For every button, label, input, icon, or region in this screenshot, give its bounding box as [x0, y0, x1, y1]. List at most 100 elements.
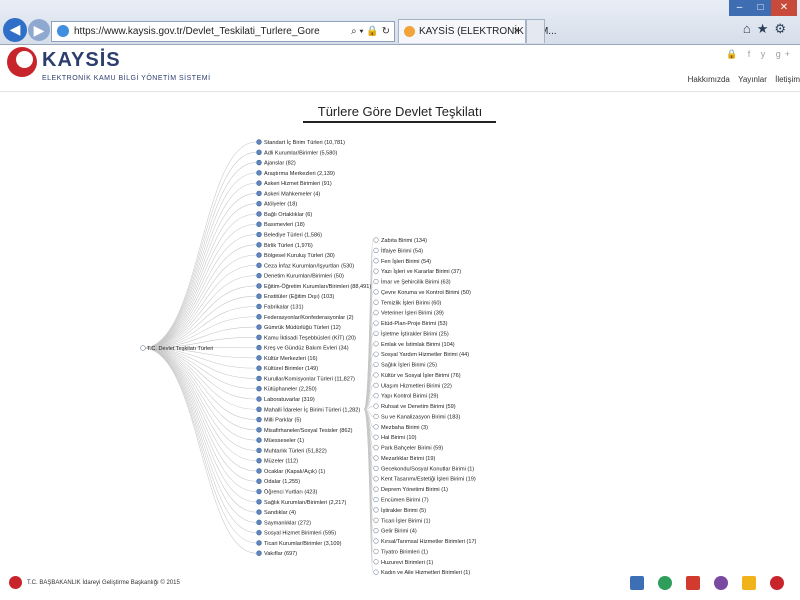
tree-node[interactable]: [373, 382, 379, 388]
tree-node-label[interactable]: Kültür ve Sosyal İşler Birimi (76): [381, 372, 461, 379]
tree-node[interactable]: [256, 416, 262, 423]
tree-node[interactable]: [256, 447, 262, 454]
tree-node[interactable]: [373, 569, 379, 575]
tree-node[interactable]: [373, 393, 379, 399]
tree-node-label[interactable]: Veteriner İşleri Birimi (39): [381, 310, 444, 317]
tree-node[interactable]: [373, 548, 379, 555]
tree-node-label[interactable]: Kültürel Birimler (149): [264, 366, 318, 372]
tree-node[interactable]: [256, 293, 262, 299]
tree-node[interactable]: [256, 355, 262, 361]
tree-node[interactable]: [256, 180, 262, 186]
tree-node-label[interactable]: Mezbaha Birimi (3): [381, 425, 428, 431]
tree-node[interactable]: [373, 476, 379, 482]
tree-node[interactable]: [256, 262, 262, 269]
tree-node-label[interactable]: Federasyonlar/Konfederasyonlar (2): [264, 315, 354, 321]
tree-node[interactable]: [256, 457, 262, 464]
tree-node-label[interactable]: Tiyatro Birimleri (1): [381, 549, 428, 555]
tree-node-label[interactable]: İmar ve Şehircilik Birimi (63): [381, 279, 451, 286]
tree-node[interactable]: [256, 437, 262, 443]
tree-node-label[interactable]: Ulaşım Hizmetleri Birimi (22): [381, 383, 452, 389]
tree-node[interactable]: [373, 559, 379, 565]
tree-node-label[interactable]: Temizlik İşleri Birimi (60): [381, 299, 441, 306]
tree-node[interactable]: [373, 403, 379, 409]
tree-node[interactable]: [256, 550, 262, 556]
tree-node[interactable]: [256, 211, 262, 217]
tree-node[interactable]: [256, 149, 262, 155]
tree-node-label[interactable]: Deprem Yönetimi Birimi (1): [381, 487, 448, 493]
tree-node-label[interactable]: Denetim Kurumları/Birimleri (50): [264, 274, 344, 280]
tree-node-label[interactable]: Emlak ve İstimlak Birimi (104): [381, 341, 455, 348]
tree-node-label[interactable]: Belediye Türleri (1,586): [264, 233, 322, 239]
tree-node[interactable]: [373, 496, 379, 503]
tree-node-label[interactable]: Standart İç Birim Türleri (10,781): [264, 139, 345, 146]
tree-node-label[interactable]: Sosyal Yardım Hizmetler Birimi (44): [381, 352, 469, 358]
tree-node[interactable]: [373, 278, 379, 285]
tree-node[interactable]: [256, 478, 262, 484]
tree-node[interactable]: [373, 455, 379, 461]
tree-node[interactable]: [373, 424, 379, 430]
tree-node-label[interactable]: Kadın ve Aile Hizmetleri Birimleri (1): [381, 570, 470, 576]
tree-node[interactable]: [256, 324, 262, 330]
tree-node[interactable]: [256, 519, 262, 526]
tree-node[interactable]: [256, 242, 262, 248]
tree-node-label[interactable]: Encümen Birimi (7): [381, 498, 429, 504]
tree-node-label[interactable]: Fabrikalar (131): [264, 304, 304, 310]
tree-node-label[interactable]: Müzeler (112): [264, 459, 298, 465]
tree-node-label[interactable]: Laboratuvarlar (319): [264, 397, 315, 403]
tree-node[interactable]: [256, 221, 262, 227]
tree-node[interactable]: [373, 434, 379, 440]
tree-node[interactable]: [256, 427, 262, 433]
tree-node[interactable]: [373, 486, 379, 492]
tree-node[interactable]: [256, 252, 262, 258]
tree-node[interactable]: [256, 283, 262, 289]
tree-node-label[interactable]: İştirakler Birimi (5): [381, 507, 426, 514]
tree-node-label[interactable]: İşletme İştirakler Birimi (25): [381, 330, 449, 337]
tree-node-label[interactable]: Gelir Birimi (4): [381, 529, 417, 535]
tree-node[interactable]: [256, 375, 262, 382]
tree-node-label[interactable]: Odalar (1,255): [264, 479, 300, 485]
tree-node-label[interactable]: Adli Kurumlar/Birimler (5,580): [264, 150, 337, 156]
tree-node-label[interactable]: Park Bahçeler Birimi (59): [381, 446, 443, 452]
tree-node[interactable]: [373, 361, 379, 368]
tree-node-label[interactable]: Zabıta Birimi (134): [381, 238, 427, 244]
tree-node[interactable]: [373, 289, 379, 295]
tree-node[interactable]: [373, 351, 379, 357]
tree-node-label[interactable]: Sağlık Kurumları/Birimleri (2,217): [264, 500, 347, 506]
tree-node[interactable]: [256, 170, 262, 176]
tree-node-label[interactable]: Öğrenci Yurtları (423): [264, 489, 318, 496]
tree-node-label[interactable]: Çevre Koruma ve Kontrol Birimi (50): [381, 290, 471, 296]
tree-node-label[interactable]: Vakıflar (697): [264, 551, 297, 557]
tree-node-label[interactable]: Ticari İşler Birimi (1): [381, 517, 431, 524]
tree-node-label[interactable]: Sandıklar (4): [264, 510, 296, 516]
tree-node-label[interactable]: Kültür Merkezleri (16): [264, 356, 318, 362]
tree-node-label[interactable]: Saymanlıklar (272): [264, 520, 311, 526]
tree-node[interactable]: [256, 499, 262, 505]
footer-link-4-icon[interactable]: [714, 576, 728, 590]
tree-node[interactable]: [256, 406, 262, 412]
tree-node[interactable]: [256, 344, 262, 351]
tree-node[interactable]: [256, 529, 262, 536]
tree-node-label[interactable]: Kamu İktisadi Teşebbüsleri (KİT) (20): [264, 334, 356, 341]
tree-node-label[interactable]: Etüd-Plan-Proje Birimi (53): [381, 321, 448, 327]
footer-link-6-icon[interactable]: [770, 576, 784, 590]
tree-node[interactable]: [373, 445, 379, 451]
tree-node[interactable]: [373, 258, 379, 264]
tree-node-label[interactable]: Enstitüler (Eğitim Dışı) (103): [264, 294, 334, 300]
tree-node-label[interactable]: Sosyal Hizmet Birimleri (595): [264, 531, 336, 537]
tree-node[interactable]: [373, 237, 379, 243]
tree-node-label[interactable]: Bağlı Ortaklıklar (6): [264, 212, 312, 218]
tree-node-label[interactable]: İtfaiye Birimi (54): [381, 247, 423, 254]
tree-node-label[interactable]: Hal Birimi (10): [381, 435, 417, 441]
tree-node[interactable]: [256, 231, 262, 238]
tree-node[interactable]: [373, 372, 379, 378]
tree-node-label[interactable]: Kreş ve Gündüz Bakım Evleri (34): [264, 346, 349, 352]
tree-node-label[interactable]: Ajanslar (82): [264, 161, 296, 167]
tree-node-label[interactable]: Milli Parklar (5): [264, 418, 301, 424]
tree-node[interactable]: [256, 314, 262, 320]
tree-node[interactable]: [373, 465, 379, 471]
tree-node[interactable]: [373, 538, 379, 544]
tree-node[interactable]: [373, 528, 379, 534]
tree-node[interactable]: [256, 200, 262, 207]
tree-node[interactable]: [256, 139, 262, 145]
tree-node-label[interactable]: Mahalli İdareler İç Birimi Türleri (1,28…: [264, 406, 360, 413]
